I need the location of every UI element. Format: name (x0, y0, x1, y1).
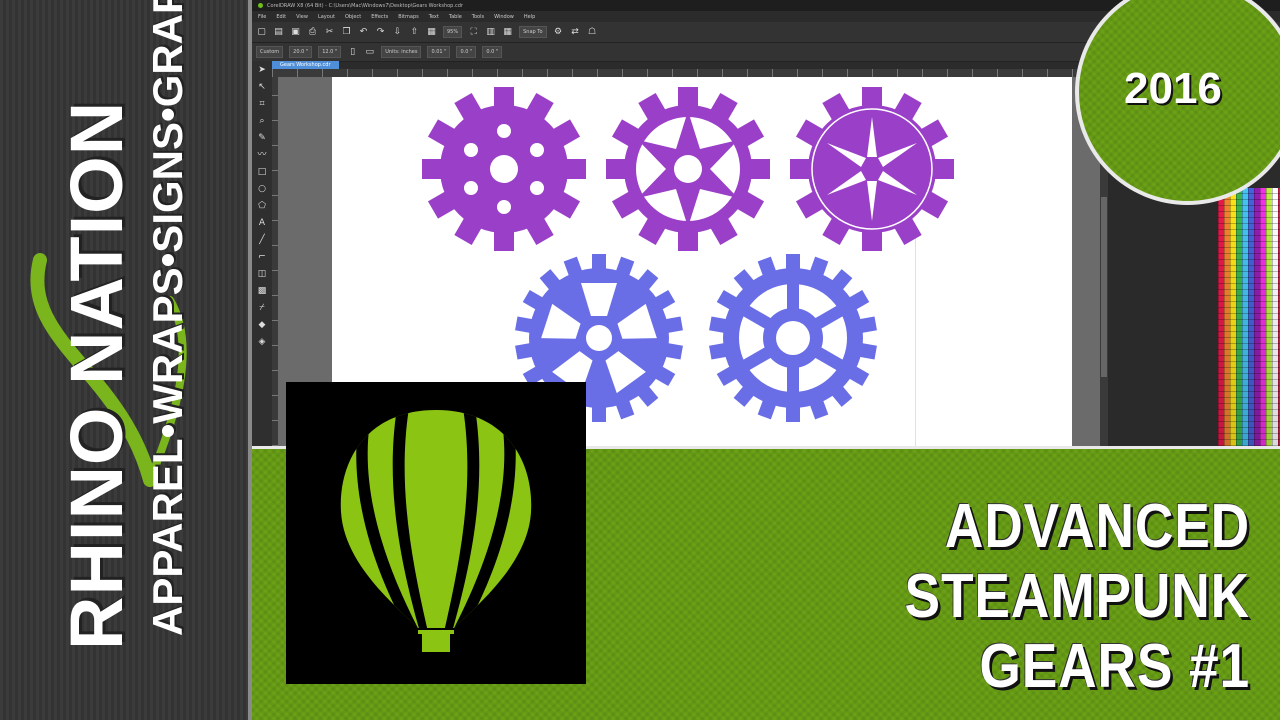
brand-tagline: APPAREL•WRAPS•SIGNS•GRAPHICS (144, 0, 191, 636)
print-icon[interactable]: ⎙ (307, 27, 318, 38)
options-gear-icon[interactable]: ⚙ (553, 27, 564, 38)
video-title: ADVANCED STEAMPUNK GEARS #1 (648, 492, 1250, 702)
menu-window[interactable]: Window (494, 14, 514, 20)
document-tabs: Gears Workshop.cdr (272, 61, 339, 69)
menu-view[interactable]: View (296, 14, 308, 20)
transparency-tool-icon[interactable]: ▩ (257, 286, 268, 297)
export-icon[interactable]: ⇧ (409, 27, 420, 38)
page-guide (915, 227, 916, 446)
menu-file[interactable]: File (258, 14, 266, 20)
eyedropper-tool-icon[interactable]: ⌿ (257, 303, 268, 314)
brand-name: RHINO NATION (55, 100, 138, 650)
polygon-tool-icon[interactable]: ⬠ (257, 201, 268, 212)
menu-help[interactable]: Help (524, 14, 535, 20)
title-line-2: GEARS #1 (979, 632, 1250, 701)
gear-purple-star[interactable] (605, 86, 771, 252)
smart-fill-icon[interactable]: ◈ (257, 337, 268, 348)
redo-icon[interactable]: ↷ (375, 27, 386, 38)
undo-icon[interactable]: ↶ (358, 27, 369, 38)
menu-object[interactable]: Object (345, 14, 361, 20)
app-logo-icon (258, 3, 263, 8)
menu-bitmaps[interactable]: Bitmaps (398, 14, 419, 20)
menu-tools[interactable]: Tools (472, 14, 484, 20)
copy-icon[interactable]: ❐ (341, 27, 352, 38)
parallel-dimension-icon[interactable]: ╱ (257, 235, 268, 246)
connector-tool-icon[interactable]: ⌐ (257, 252, 268, 263)
nudge-distance-field[interactable]: 0.01 " (427, 46, 451, 58)
save-icon[interactable]: ▣ (290, 27, 301, 38)
import-icon[interactable]: ⇩ (392, 27, 403, 38)
year-label: 2016 (1124, 64, 1222, 113)
gear-blue-spokes[interactable] (708, 253, 878, 423)
new-document-icon[interactable]: ▢ (256, 27, 267, 38)
duplicate-x-field[interactable]: 0.0 " (456, 46, 477, 58)
interactive-fill-icon[interactable]: ◆ (257, 320, 268, 331)
publish-pdf-icon[interactable]: ▦ (426, 27, 437, 38)
page-height-field[interactable]: 12.0 " (318, 46, 342, 58)
zoom-level-field[interactable]: 95% (443, 26, 463, 38)
show-rulers-icon[interactable]: ▥ (485, 27, 496, 38)
toolbox: ➤ ↖ ⌗ ⌕ ✎ 〰 □ ○ ⬠ A ╱ ⌐ ◫ ▩ ⌿ ◆ ◈ (252, 61, 272, 446)
page-width-field[interactable]: 20.0 " (289, 46, 313, 58)
text-tool-icon[interactable]: A (257, 218, 268, 229)
page-preset-dropdown[interactable]: Custom (256, 46, 284, 58)
ellipse-tool-icon[interactable]: ○ (257, 184, 268, 195)
menu-effects[interactable]: Effects (371, 14, 388, 20)
crop-tool-icon[interactable]: ⌗ (257, 99, 268, 110)
drop-shadow-icon[interactable]: ◫ (257, 269, 268, 280)
menu-text[interactable]: Text (429, 14, 439, 20)
gear-purple-ring[interactable] (789, 86, 955, 252)
show-grid-icon[interactable]: ▦ (502, 27, 513, 38)
tab-gears-workshop[interactable]: Gears Workshop.cdr (272, 61, 339, 69)
units-dropdown[interactable]: Units: inches (381, 46, 422, 58)
cut-icon[interactable]: ✂ (324, 27, 335, 38)
zoom-tool-icon[interactable]: ⌕ (257, 116, 268, 127)
scrollbar-thumb[interactable] (1101, 197, 1107, 377)
duplicate-y-field[interactable]: 0.0 " (482, 46, 503, 58)
open-folder-icon[interactable]: ▤ (273, 27, 284, 38)
snap-to-dropdown[interactable]: Snap To (519, 26, 547, 38)
coreldraw-logo (286, 382, 586, 684)
pick-tool-icon[interactable]: ➤ (257, 65, 268, 76)
menu-edit[interactable]: Edit (276, 14, 286, 20)
shape-tool-icon[interactable]: ↖ (257, 82, 268, 93)
gear-purple-holes[interactable] (421, 86, 587, 252)
artistic-media-icon[interactable]: 〰 (257, 150, 268, 161)
menu-layout[interactable]: Layout (318, 14, 335, 20)
palette-swatches[interactable] (1218, 188, 1280, 446)
window-title: CorelDRAW X8 (64 Bit) - C:\Users\Mac\Win… (267, 2, 463, 9)
title-line-1: ADVANCED STEAMPUNK (904, 492, 1250, 631)
hot-air-balloon-icon (340, 410, 532, 652)
rectangle-tool-icon[interactable]: □ (257, 167, 268, 178)
freehand-tool-icon[interactable]: ✎ (257, 133, 268, 144)
portrait-icon[interactable]: ▯ (347, 47, 358, 58)
color-palette[interactable] (1218, 188, 1280, 446)
full-screen-icon[interactable]: ⛶ (468, 27, 479, 38)
welcome-screen-icon[interactable]: ☖ (587, 27, 598, 38)
landscape-icon[interactable]: ▭ (364, 47, 375, 58)
app-launcher-icon[interactable]: ⇄ (570, 27, 581, 38)
menu-table[interactable]: Table (449, 14, 462, 20)
